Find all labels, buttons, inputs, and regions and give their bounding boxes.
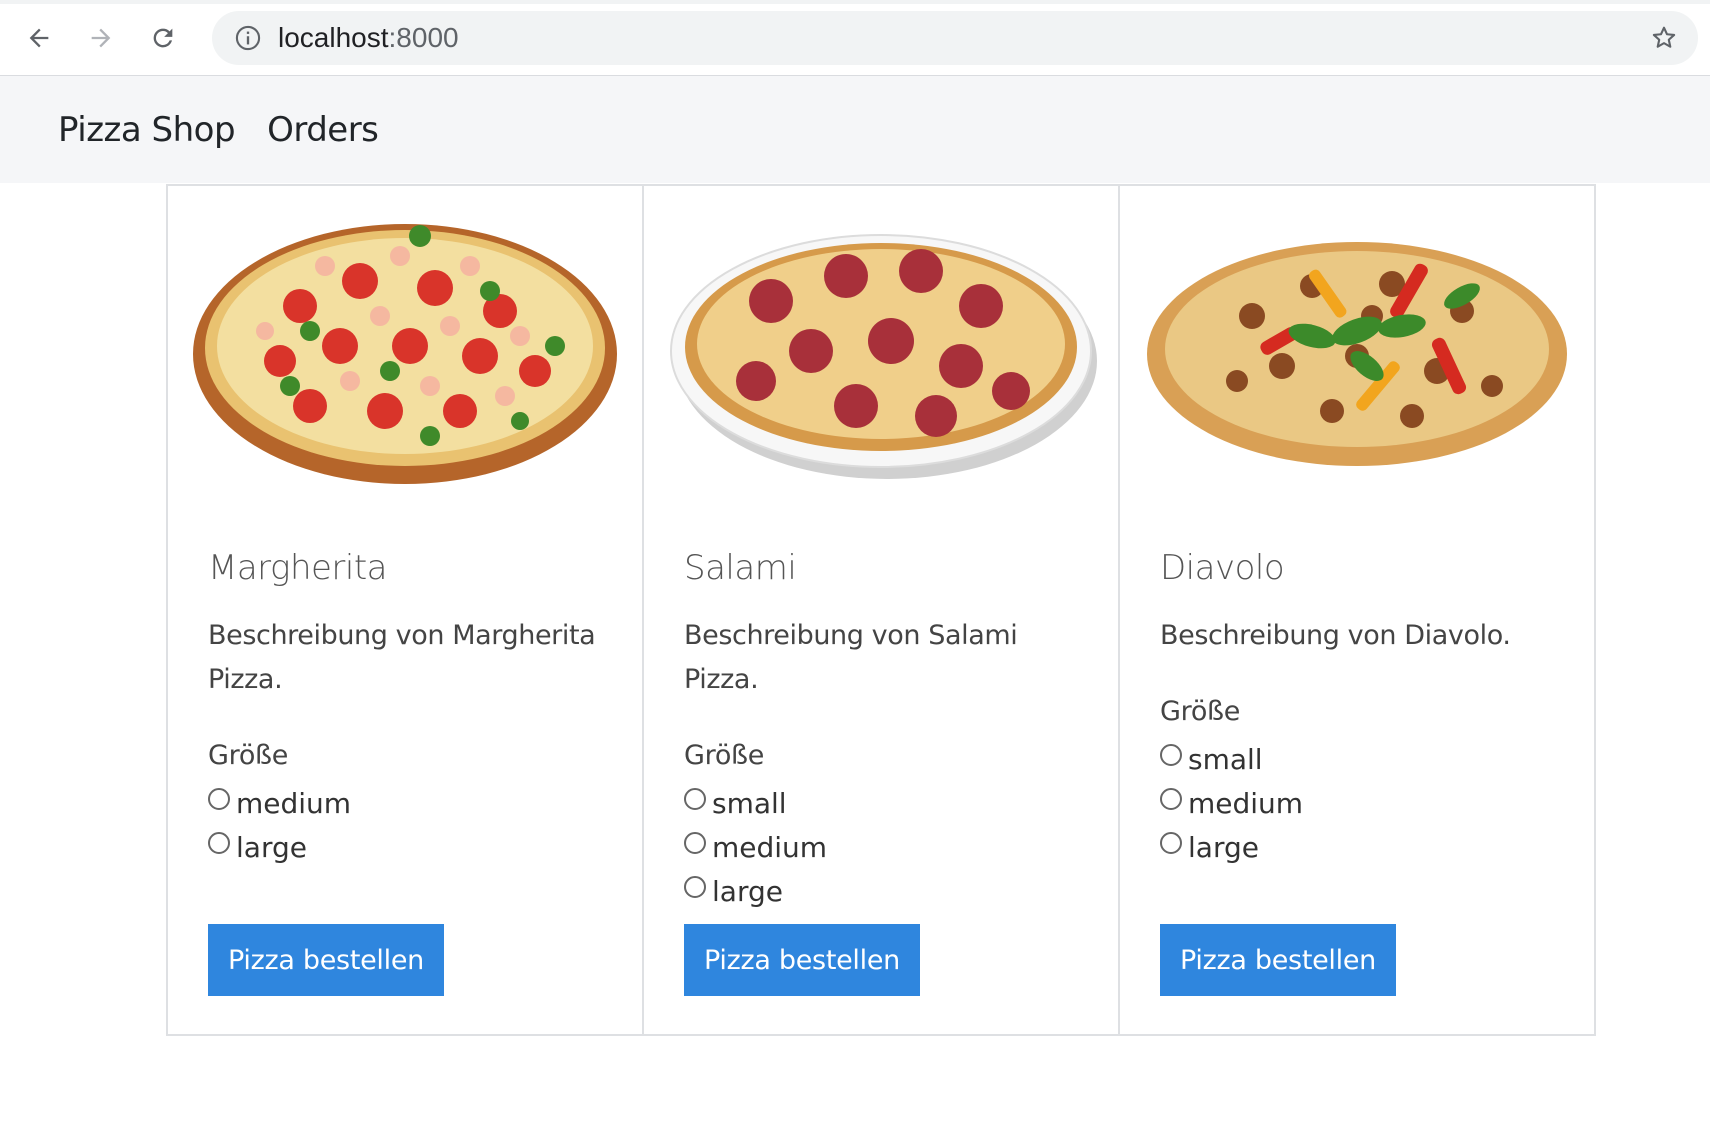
size-option-label: large	[1188, 830, 1259, 864]
address-bar[interactable]: localhost:8000	[212, 11, 1698, 65]
radio-large[interactable]	[208, 832, 230, 854]
pizza-description: Beschreibung von Diavolo.	[1160, 620, 1511, 651]
url-text: localhost:8000	[278, 22, 459, 54]
pizza-name: Diavolo	[1160, 548, 1285, 588]
info-icon[interactable]	[234, 24, 262, 52]
size-option-label: large	[712, 874, 783, 908]
radio-large[interactable]	[684, 876, 706, 898]
radio-large[interactable]	[1160, 832, 1182, 854]
url-host: localhost	[278, 22, 389, 53]
radio-small[interactable]	[684, 788, 706, 810]
size-option-label: large	[236, 830, 307, 864]
radio-small[interactable]	[1160, 744, 1182, 766]
size-option-small[interactable]: small	[684, 781, 1088, 825]
size-label: Größe	[684, 740, 765, 771]
size-option-label: small	[1188, 742, 1263, 776]
size-option-large[interactable]: large	[684, 869, 1088, 913]
url-port: :8000	[388, 22, 459, 53]
card-body: Diavolo Beschreibung von Diavolo. Größe …	[1160, 548, 1564, 869]
pizza-card-salami: Salami Beschreibung von Salami Pizza. Gr…	[642, 184, 1120, 1036]
browser-toolbar: localhost:8000	[0, 0, 1710, 76]
radio-medium[interactable]	[684, 832, 706, 854]
size-option-small[interactable]: small	[1160, 737, 1564, 781]
size-option-label: medium	[1188, 786, 1304, 820]
pizza-name: Salami	[684, 548, 797, 588]
order-pizza-button[interactable]: Pizza bestellen	[1160, 924, 1396, 996]
forward-icon[interactable]	[80, 17, 122, 59]
pizza-image	[1120, 186, 1594, 506]
card-body: Margherita Beschreibung von Margherita P…	[208, 548, 612, 869]
pizza-image	[168, 186, 642, 506]
back-icon[interactable]	[18, 17, 60, 59]
size-option-medium[interactable]: medium	[208, 781, 612, 825]
pizza-image	[644, 186, 1118, 506]
order-pizza-button[interactable]: Pizza bestellen	[684, 924, 920, 996]
size-label: Größe	[208, 740, 289, 771]
navbar-brand[interactable]: Pizza Shop	[58, 110, 236, 150]
navbar: Pizza Shop Orders	[0, 76, 1710, 183]
reload-icon[interactable]	[142, 17, 184, 59]
size-option-large[interactable]: large	[1160, 825, 1564, 869]
size-option-label: small	[712, 786, 787, 820]
pizza-description: Beschreibung von Margherita Pizza.	[208, 620, 596, 695]
pizza-name: Margherita	[208, 548, 388, 588]
size-option-medium[interactable]: medium	[1160, 781, 1564, 825]
nav-link-orders[interactable]: Orders	[267, 110, 379, 150]
size-option-medium[interactable]: medium	[684, 825, 1088, 869]
bookmark-star-icon[interactable]	[1650, 24, 1678, 52]
size-label: Größe	[1160, 696, 1241, 727]
pizza-card-diavolo: Diavolo Beschreibung von Diavolo. Größe …	[1118, 184, 1596, 1036]
size-option-label: medium	[712, 830, 828, 864]
pizza-card-margherita: Margherita Beschreibung von Margherita P…	[166, 184, 644, 1036]
order-pizza-button[interactable]: Pizza bestellen	[208, 924, 444, 996]
card-body: Salami Beschreibung von Salami Pizza. Gr…	[684, 548, 1088, 913]
size-option-label: medium	[236, 786, 352, 820]
pizza-card-list: Margherita Beschreibung von Margherita P…	[166, 184, 1596, 1036]
size-option-large[interactable]: large	[208, 825, 612, 869]
radio-medium[interactable]	[1160, 788, 1182, 810]
radio-medium[interactable]	[208, 788, 230, 810]
pizza-description: Beschreibung von Salami Pizza.	[684, 620, 1018, 695]
